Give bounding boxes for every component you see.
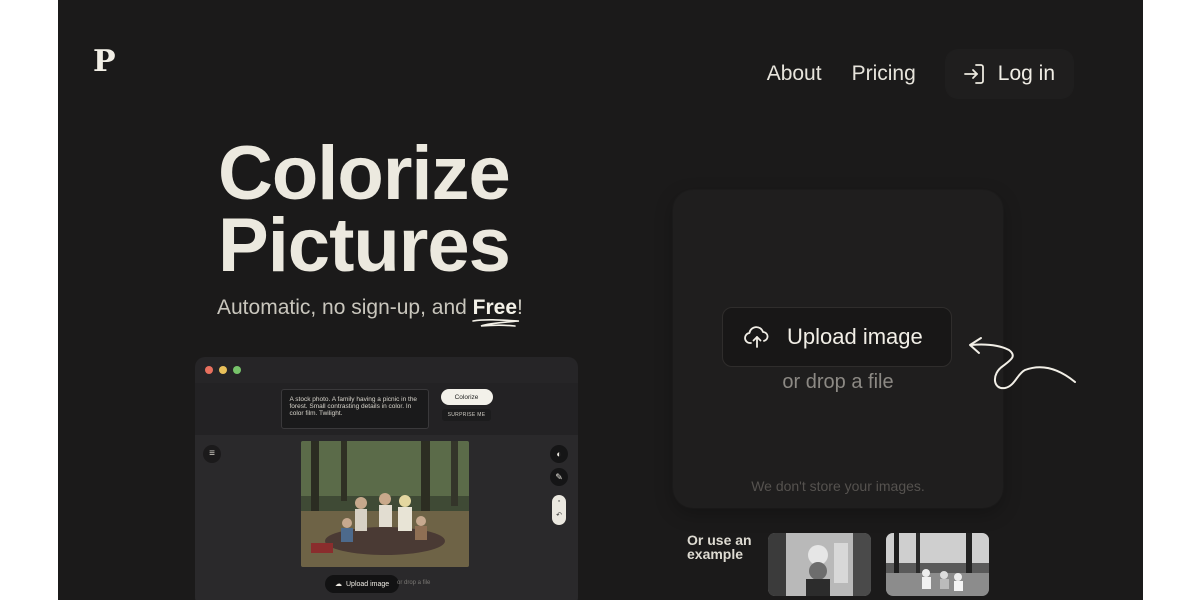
mockup-prompt-text: A stock photo. A family having a picnic … xyxy=(280,389,429,429)
underline-squiggle-icon xyxy=(471,319,519,327)
logo[interactable]: P xyxy=(93,44,116,79)
window-dot-red xyxy=(205,366,213,374)
mockup-upload-label: Upload image xyxy=(346,580,390,588)
window-dot-green xyxy=(233,366,241,374)
arrow-doodle-icon xyxy=(969,337,1076,390)
upload-dropzone[interactable]: Upload image or drop a file We don't sto… xyxy=(673,190,1003,508)
mockup-cloud-icon: ☁ xyxy=(335,581,342,588)
hero-title-line1: Colorize xyxy=(218,131,511,216)
mockup-colorize-button: Colorize xyxy=(440,389,493,405)
mockup-actions: Colorize SURPRISE ME xyxy=(440,389,493,421)
mockup-surprise-button: SURPRISE ME xyxy=(441,409,492,421)
undo-icon: ▫ ↶ xyxy=(552,495,566,525)
mockup-upload-button: ☁ Upload image xyxy=(325,575,400,593)
nav-about-link[interactable]: About xyxy=(767,62,822,86)
examples-label-line1: Or use an xyxy=(687,532,752,548)
app-mockup: A stock photo. A family having a picnic … xyxy=(195,357,578,600)
hero-title: Colorize Pictures xyxy=(218,131,578,288)
example-thumbnail-1[interactable] xyxy=(768,533,871,596)
menu-icon: ≡ xyxy=(203,445,221,463)
mockup-titlebar xyxy=(195,357,578,383)
app-canvas: P About Pricing Log in Colorize Pictures… xyxy=(58,0,1143,600)
login-button[interactable]: Log in xyxy=(945,50,1073,98)
examples-label-line2: example xyxy=(687,546,744,562)
upload-image-button[interactable]: Upload image xyxy=(722,307,952,367)
cloud-upload-icon xyxy=(744,326,769,348)
pencil-icon: ✎ xyxy=(550,468,568,486)
hero-subtitle-suffix: ! xyxy=(517,296,523,319)
mockup-drop-text: or drop a file xyxy=(397,580,431,586)
hero-subtitle: Automatic, no sign-up, and Free! xyxy=(217,296,523,327)
free-word: Free xyxy=(472,296,518,319)
drop-file-text: or drop a file xyxy=(782,371,894,393)
top-nav: About Pricing Log in xyxy=(767,50,1073,98)
privacy-note: We don't store your images. xyxy=(751,478,925,494)
mockup-family-photo xyxy=(301,441,469,567)
window-dot-yellow xyxy=(219,366,227,374)
hero-subtitle-prefix: Automatic, no sign-up, and xyxy=(217,296,467,319)
examples-label: Or use an example xyxy=(687,533,752,561)
nav-pricing-link[interactable]: Pricing xyxy=(852,62,916,86)
palette-icon: ◐ xyxy=(550,445,568,463)
mockup-canvas: ≡ ◐ ✎ ▫ ↶ ☁ Upload image or drop a file xyxy=(195,435,578,600)
example-thumbnail-2[interactable] xyxy=(886,533,989,596)
login-icon xyxy=(963,64,984,84)
hero-title-line2: Pictures xyxy=(218,203,511,288)
mockup-prompt-area: A stock photo. A family having a picnic … xyxy=(195,383,578,435)
upload-image-label: Upload image xyxy=(787,324,923,349)
login-label: Log in xyxy=(997,62,1055,85)
free-highlight: Free xyxy=(471,296,519,327)
